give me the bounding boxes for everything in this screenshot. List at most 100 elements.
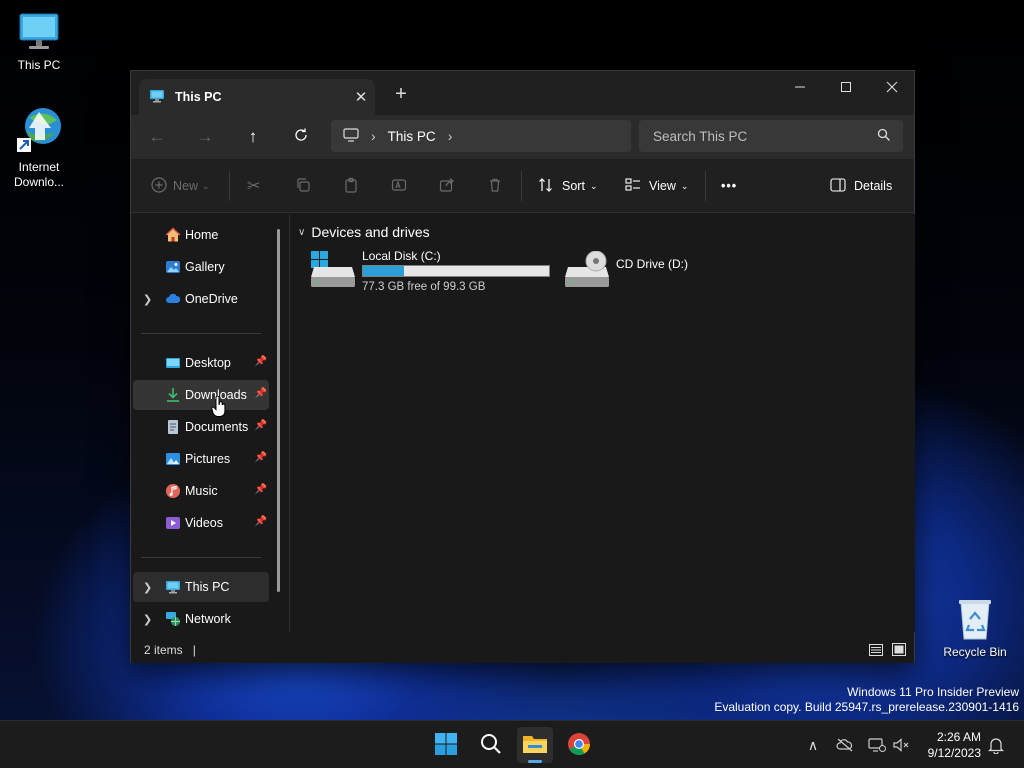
close-tab-icon[interactable]: ✕ <box>347 88 375 106</box>
chevron-up-icon: ∧ <box>807 736 819 753</box>
volume-muted-icon[interactable] <box>891 735 911 755</box>
chevron-right-icon: › <box>371 128 376 144</box>
sidebar-item-label: This PC <box>185 580 230 594</box>
tab-this-pc[interactable]: This PC ✕ <box>139 79 375 115</box>
sidebar-item-label: Network <box>185 612 231 626</box>
sidebar-item-pictures[interactable]: Pictures 📌 <box>133 444 269 474</box>
chrome-taskbar-button[interactable] <box>561 727 597 763</box>
navigation-bar: ← → ↑ › This PC › Search This PC <box>131 115 914 159</box>
scissors-icon: ✂ <box>247 178 261 195</box>
navigation-pane: Home Gallery ❯ OneDrive Desktop 📌 Downlo… <box>131 214 281 632</box>
back-button[interactable]: ← <box>143 125 171 149</box>
internet-download-manager-icon <box>15 104 63 156</box>
network-icon <box>165 611 181 627</box>
search-input[interactable]: Search This PC <box>639 120 903 152</box>
onedrive-tray-icon[interactable] <box>835 735 855 755</box>
active-app-indicator <box>528 760 542 763</box>
arrow-right-icon: → <box>196 127 214 146</box>
sidebar-item-label: Music <box>185 484 218 498</box>
start-button[interactable] <box>428 727 464 763</box>
details-pane-button[interactable]: Details <box>830 174 892 198</box>
sidebar-item-downloads[interactable]: Downloads 📌 <box>133 380 269 410</box>
desktop-icon-internet-download-manager[interactable]: Internet Downlo... <box>1 104 77 190</box>
more-icon: ••• <box>721 179 738 193</box>
sidebar-item-onedrive[interactable]: ❯ OneDrive <box>133 284 269 314</box>
drive-free-space: 77.3 GB free of 99.3 GB <box>362 281 486 293</box>
hand-cursor-icon <box>211 395 227 421</box>
pin-icon[interactable]: 📌 <box>255 388 267 399</box>
share-icon <box>439 177 455 196</box>
close-window-button[interactable] <box>869 71 915 103</box>
breadcrumb-this-pc[interactable]: This PC <box>388 129 436 144</box>
search-icon <box>877 128 891 145</box>
show-hidden-icons-button[interactable]: ∧ <box>803 735 823 755</box>
sidebar-item-desktop[interactable]: Desktop 📌 <box>133 348 269 378</box>
pin-icon[interactable]: 📌 <box>255 516 267 527</box>
file-list-pane: ∨ Devices and drives Local Disk (C:) 77.… <box>289 214 915 632</box>
sidebar-divider <box>141 333 261 334</box>
sidebar-item-home[interactable]: Home <box>133 220 269 250</box>
details-view-icon[interactable] <box>869 644 883 659</box>
sidebar-item-videos[interactable]: Videos 📌 <box>133 508 269 538</box>
pictures-icon <box>165 451 181 467</box>
forward-button[interactable]: → <box>191 125 219 149</box>
windows-logo-icon <box>434 732 458 759</box>
delete-button[interactable] <box>487 174 503 198</box>
arrow-left-icon: ← <box>148 127 166 146</box>
drive-cd-d[interactable]: CD Drive (D:) <box>564 249 724 299</box>
address-bar[interactable]: › This PC › <box>331 120 631 152</box>
chevron-right-icon[interactable]: › <box>448 128 453 144</box>
rename-button[interactable] <box>391 174 407 198</box>
minimize-button[interactable] <box>777 71 823 103</box>
see-more-button[interactable]: ••• <box>721 174 737 198</box>
sidebar-item-gallery[interactable]: Gallery <box>133 252 269 282</box>
clock-time: 2:26 AM <box>936 730 981 744</box>
cut-button[interactable]: ✂ <box>247 174 260 198</box>
search-button[interactable] <box>473 727 509 763</box>
view-button[interactable]: View ⌄ <box>625 174 688 198</box>
maximize-button[interactable] <box>823 71 869 103</box>
sidebar-scrollbar[interactable] <box>277 229 280 592</box>
desktop-icon-this-pc[interactable]: This PC <box>1 10 77 73</box>
refresh-button[interactable] <box>287 125 315 149</box>
chevron-right-icon[interactable]: ❯ <box>143 613 152 626</box>
cd-drive-icon <box>564 250 610 292</box>
pin-icon[interactable]: 📌 <box>255 356 267 367</box>
copy-button[interactable] <box>295 174 311 198</box>
sidebar-item-music[interactable]: Music 📌 <box>133 476 269 506</box>
monitor-icon <box>149 88 165 107</box>
sidebar-item-this-pc[interactable]: ❯ This PC <box>133 572 269 602</box>
desktop-icon-recycle-bin[interactable]: Recycle Bin <box>937 597 1013 660</box>
drive-usage-fill <box>363 266 404 276</box>
sidebar-item-label: Home <box>185 228 219 242</box>
devices-and-drives-header[interactable]: ∨ Devices and drives <box>298 224 430 240</box>
chevron-right-icon[interactable]: ❯ <box>143 581 152 594</box>
watermark-line: Evaluation copy. Build 25947.rs_prerelea… <box>714 700 1019 714</box>
network-tray-icon[interactable] <box>867 735 887 755</box>
recycle-bin-icon <box>955 597 995 641</box>
taskbar: ∧ 2:26 AM 9/12/2023 <box>0 720 1024 768</box>
details-label: Details <box>854 179 893 193</box>
arrow-up-icon: ↑ <box>248 127 258 146</box>
notification-bell-icon[interactable] <box>986 735 1006 755</box>
file-explorer-taskbar-button[interactable] <box>517 727 553 763</box>
pin-icon[interactable]: 📌 <box>255 484 267 495</box>
sidebar-item-documents[interactable]: Documents 📌 <box>133 412 269 442</box>
new-tab-button[interactable]: + <box>389 83 413 107</box>
sort-button[interactable]: Sort ⌄ <box>538 174 597 198</box>
sort-icon <box>538 177 554 196</box>
chevron-right-icon[interactable]: ❯ <box>143 293 152 306</box>
pin-icon[interactable]: 📌 <box>255 452 267 463</box>
large-icons-view-icon[interactable] <box>892 643 906 659</box>
status-divider: | <box>192 643 196 657</box>
paste-button[interactable] <box>343 174 359 198</box>
drive-local-disk-c[interactable]: Local Disk (C:) 77.3 GB free of 99.3 GB <box>310 249 550 299</box>
pin-icon[interactable]: 📌 <box>255 420 267 431</box>
new-button[interactable]: New ⌄ <box>151 174 210 198</box>
drive-usage-bar <box>362 265 550 277</box>
sidebar-item-label: Desktop <box>185 356 231 370</box>
sidebar-item-network[interactable]: ❯ Network <box>133 604 269 634</box>
share-button[interactable] <box>439 174 455 198</box>
up-button[interactable]: ↑ <box>239 125 267 149</box>
system-clock[interactable]: 2:26 AM 9/12/2023 <box>928 729 981 761</box>
